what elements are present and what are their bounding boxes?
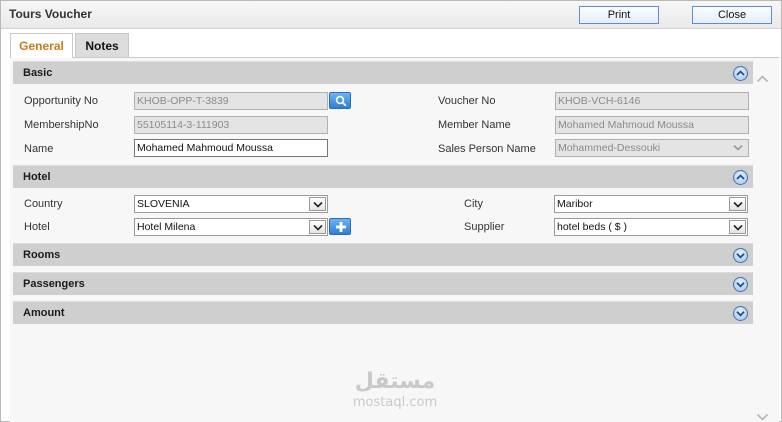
add-hotel-button[interactable]: [329, 218, 351, 235]
section-hotel-header[interactable]: Hotel: [13, 165, 753, 188]
opportunity-no-field: KHOB-OPP-T-3839: [134, 92, 328, 110]
supplier-value: hotel beds ( $ ): [557, 221, 628, 233]
watermark-arabic: مستقل: [354, 369, 436, 394]
close-button[interactable]: Close: [692, 6, 772, 24]
section-rooms-header[interactable]: Rooms: [13, 243, 753, 266]
membership-no-label: MembershipNo: [24, 119, 99, 131]
hotel-select[interactable]: Hotel Milena: [134, 218, 328, 236]
city-label: City: [464, 198, 483, 210]
window-title: Tours Voucher: [9, 7, 92, 21]
sales-person-value: Mohammed-Dessouki: [558, 142, 661, 154]
section-hotel-title: Hotel: [23, 171, 51, 183]
scroll-up-arrow[interactable]: [756, 74, 769, 86]
tab-notes[interactable]: Notes: [75, 33, 129, 58]
section-basic-body: Opportunity No KHOB-OPP-T-3839 Voucher N…: [13, 85, 753, 163]
chevron-down-icon[interactable]: [733, 306, 748, 321]
member-name-label: Member Name: [438, 119, 511, 131]
chevron-down-icon[interactable]: [733, 248, 748, 263]
country-select[interactable]: SLOVENIA: [134, 195, 328, 213]
watermark-latin: mostaql.com: [352, 395, 438, 410]
section-amount-title: Amount: [23, 307, 65, 319]
country-label: Country: [24, 198, 63, 210]
member-name-field: Mohamed Mahmoud Moussa: [555, 116, 749, 134]
chevron-up-icon[interactable]: [733, 66, 748, 81]
voucher-no-field: KHOB-VCH-6146: [555, 92, 749, 110]
voucher-no-label: Voucher No: [438, 95, 496, 107]
tours-voucher-window: Tours Voucher Print Close General Notes …: [0, 0, 782, 422]
supplier-select[interactable]: hotel beds ( $ ): [554, 218, 748, 236]
section-rooms-title: Rooms: [23, 249, 61, 261]
chevron-down-icon[interactable]: [729, 220, 746, 234]
hotel-label: Hotel: [24, 221, 50, 233]
name-label: Name: [24, 143, 54, 155]
section-passengers-title: Passengers: [23, 278, 85, 290]
supplier-label: Supplier: [464, 221, 505, 233]
watermark: مستقل mostaql.com: [345, 369, 445, 411]
plus-icon: [336, 222, 346, 232]
city-value: Maribor: [557, 198, 593, 210]
sales-person-label: Sales Person Name: [438, 143, 536, 155]
city-select[interactable]: Maribor: [554, 195, 748, 213]
tab-general[interactable]: General: [10, 33, 73, 58]
chevron-down-icon[interactable]: [729, 197, 746, 211]
search-icon: [335, 95, 347, 107]
section-passengers-header[interactable]: Passengers: [13, 272, 753, 295]
name-input[interactable]: Mohamed Mahmoud Moussa: [134, 139, 328, 157]
membership-no-field: 55105114-3-111903: [134, 116, 328, 134]
scroll-down-arrow[interactable]: [756, 412, 769, 422]
chevron-down-icon: [730, 141, 747, 155]
section-basic-title: Basic: [23, 67, 53, 79]
print-button[interactable]: Print: [579, 6, 659, 24]
sales-person-select[interactable]: Mohammed-Dessouki: [555, 139, 749, 157]
section-amount-header[interactable]: Amount: [13, 301, 753, 324]
search-opportunity-button[interactable]: [329, 92, 351, 109]
section-basic-header[interactable]: Basic: [13, 61, 753, 84]
title-bar: Tours Voucher Print Close: [1, 1, 781, 29]
chevron-down-icon[interactable]: [733, 277, 748, 292]
chevron-down-icon[interactable]: [309, 197, 326, 211]
hotel-value: Hotel Milena: [137, 221, 196, 233]
country-value: SLOVENIA: [137, 198, 190, 210]
section-hotel-body: Country SLOVENIA City Maribor Hotel Hote…: [13, 189, 753, 239]
opportunity-no-label: Opportunity No: [24, 95, 98, 107]
chevron-up-icon[interactable]: [733, 170, 748, 185]
chevron-down-icon[interactable]: [309, 220, 326, 234]
